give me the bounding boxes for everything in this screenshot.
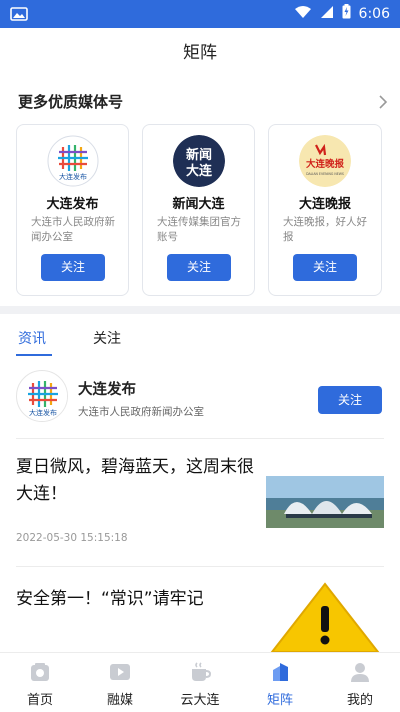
follow-button[interactable]: 关注 [318,386,382,414]
chevron-right-icon[interactable] [378,94,388,114]
media-account-row[interactable]: 大连发布 大连发布 大连市人民政府新闻办公室 关注 [16,370,384,428]
dalian-release-logo: 大连发布 [47,135,99,187]
follow-button[interactable]: 关注 [41,254,105,281]
svg-text:大连: 大连 [186,163,213,179]
signal-icon [320,5,334,23]
media-card-news-dalian[interactable]: 新闻 大连 新闻大连 大连传媒集团官方账号 关注 [142,124,255,296]
media-desc: 大连市人民政府新闻办公室 [78,406,204,418]
follow-button[interactable]: 关注 [167,254,231,281]
warning-thumbnail [266,580,384,652]
nav-mine[interactable]: 我的 [320,653,400,712]
article-title: 夏日微风，碧海蓝天，这周末很大连！ [16,457,254,504]
article-title: 安全第一！“常识”请牢记 [16,589,204,609]
card-desc: 大连传媒集团官方账号 [157,216,241,243]
tab-indicator [16,354,52,356]
media-card-dalian-release[interactable]: 大连发布 大连发布 大连市人民政府新闻办公室 关注 [16,124,129,296]
svg-text:大连发布: 大连发布 [29,408,57,417]
wifi-icon [294,5,312,23]
bottom-nav: 首页 融媒 云大连 矩阵 我的 [0,652,400,711]
status-time: 6:06 [358,5,390,22]
svg-text:大连晚报: 大连晚报 [306,158,345,170]
svg-text:新闻: 新闻 [186,147,212,163]
article-item[interactable]: 夏日微风，碧海蓝天，这周末很大连！ 2022-05-30 15:15:18 [16,448,384,558]
media-name: 大连发布 [78,382,136,398]
card-desc: 大连市人民政府新闻办公室 [31,216,115,243]
image-icon [10,6,28,25]
page-title: 矩阵 [183,43,217,63]
card-name: 大连发布 [46,197,99,212]
list-divider [16,438,384,439]
news-dalian-logo: 新闻 大连 [173,135,225,187]
nav-matrix[interactable]: 矩阵 [240,653,320,712]
nav-label: 融媒 [106,693,133,708]
media-card-dalian-evening[interactable]: 大连晚报 DALIAN EVENING NEWS 大连晚报 大连晚报，好人好报 … [268,124,382,296]
battery-charging-icon [342,4,351,23]
article-thumbnail [266,476,384,528]
nav-cloud-dalian[interactable]: 云大连 [160,653,240,712]
tab-follow[interactable]: 关注 [93,328,121,348]
nav-media[interactable]: 融媒 [80,653,160,712]
recommend-title: 更多优质媒体号 [18,93,124,111]
section-divider [0,306,400,314]
card-name: 新闻大连 [172,197,225,212]
svg-text:DALIAN EVENING NEWS: DALIAN EVENING NEWS [306,172,344,176]
tab-news[interactable]: 资讯 [18,328,46,348]
card-desc: 大连晚报，好人好报 [283,216,367,243]
nav-home[interactable]: 首页 [0,653,80,712]
svg-text:大连发布: 大连发布 [59,172,87,181]
cup-icon [188,660,212,684]
dalian-release-logo: 大连发布 [16,370,68,422]
nav-label: 首页 [26,693,53,708]
status-bar: 6:06 [0,0,400,28]
article-time: 2022-05-30 15:15:18 [16,532,128,544]
card-name: 大连晚报 [298,197,351,212]
list-divider [16,566,384,567]
user-icon [348,660,372,684]
home-icon [28,660,52,684]
recommend-header[interactable]: 更多优质媒体号 [18,88,390,116]
nav-label: 我的 [346,693,373,708]
media-cards: 大连发布 大连发布 大连市人民政府新闻办公室 关注 新闻 大连 新闻大连 大连传… [16,124,388,298]
article-item[interactable]: 安全第一！“常识”请牢记 [16,580,384,652]
follow-button[interactable]: 关注 [293,254,357,281]
dalian-evening-logo: 大连晚报 DALIAN EVENING NEWS [299,135,351,187]
play-icon [108,660,132,684]
buildings-icon [268,660,292,684]
nav-label: 云大连 [180,693,220,708]
content-tabs: 资讯 关注 [0,314,400,360]
nav-label: 矩阵 [266,693,293,708]
